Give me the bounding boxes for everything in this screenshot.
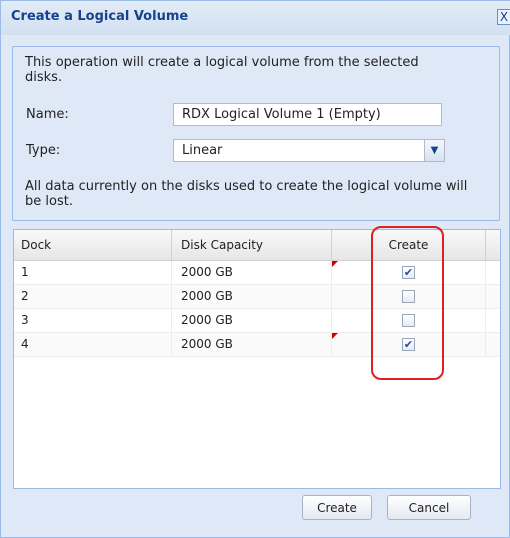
capacity-cell: 2000 GB bbox=[172, 333, 332, 356]
create-button[interactable]: Create bbox=[302, 495, 372, 520]
intro-text: This operation will create a logical vol… bbox=[25, 55, 419, 85]
type-select[interactable]: Linear ▼ bbox=[173, 139, 445, 162]
chevron-down-icon[interactable]: ▼ bbox=[424, 140, 444, 161]
create-logical-volume-dialog: Create a Logical Volume X This operation… bbox=[0, 0, 510, 538]
dock-cell: 3 bbox=[14, 309, 172, 332]
capacity-cell: 2000 GB bbox=[172, 309, 332, 332]
capacity-cell: 2000 GB bbox=[172, 261, 332, 284]
create-checkbox[interactable] bbox=[402, 290, 415, 303]
dock-cell: 4 bbox=[14, 333, 172, 356]
column-header-spacer bbox=[486, 230, 500, 260]
dialog-titlebar[interactable]: Create a Logical Volume X bbox=[1, 1, 510, 35]
dock-cell: 1 bbox=[14, 261, 172, 284]
create-cell: ✔ bbox=[332, 261, 486, 284]
name-label: Name: bbox=[26, 107, 69, 122]
capacity-cell: 2000 GB bbox=[172, 285, 332, 308]
table-row[interactable]: 1 2000 GB ✔ bbox=[14, 261, 500, 285]
column-header-create[interactable]: Create bbox=[332, 230, 486, 260]
create-cell bbox=[332, 285, 486, 308]
table-row[interactable]: 3 2000 GB bbox=[14, 309, 500, 333]
dock-cell: 2 bbox=[14, 285, 172, 308]
name-input[interactable] bbox=[173, 103, 442, 126]
create-cell: ✔ bbox=[332, 333, 486, 356]
close-icon[interactable]: X bbox=[497, 9, 510, 25]
dirty-flag-icon bbox=[332, 333, 338, 339]
form-panel: This operation will create a logical vol… bbox=[12, 46, 500, 221]
table-row[interactable]: 2 2000 GB bbox=[14, 285, 500, 309]
create-cell bbox=[332, 309, 486, 332]
create-checkbox[interactable] bbox=[402, 314, 415, 327]
column-header-capacity[interactable]: Disk Capacity bbox=[172, 230, 332, 260]
type-label: Type: bbox=[26, 143, 61, 158]
type-selected-value: Linear bbox=[182, 143, 223, 158]
column-header-dock[interactable]: Dock bbox=[14, 230, 172, 260]
dialog-title: Create a Logical Volume bbox=[11, 9, 189, 24]
dirty-flag-icon bbox=[332, 261, 338, 267]
grid-header: Dock Disk Capacity Create bbox=[14, 230, 500, 261]
create-checkbox[interactable]: ✔ bbox=[402, 266, 415, 279]
warning-text: All data currently on the disks used to … bbox=[25, 179, 468, 209]
create-checkbox[interactable]: ✔ bbox=[402, 338, 415, 351]
cancel-button[interactable]: Cancel bbox=[387, 495, 471, 520]
disk-grid: Dock Disk Capacity Create 1 2000 GB ✔ 2 … bbox=[13, 229, 501, 489]
table-row[interactable]: 4 2000 GB ✔ bbox=[14, 333, 500, 357]
